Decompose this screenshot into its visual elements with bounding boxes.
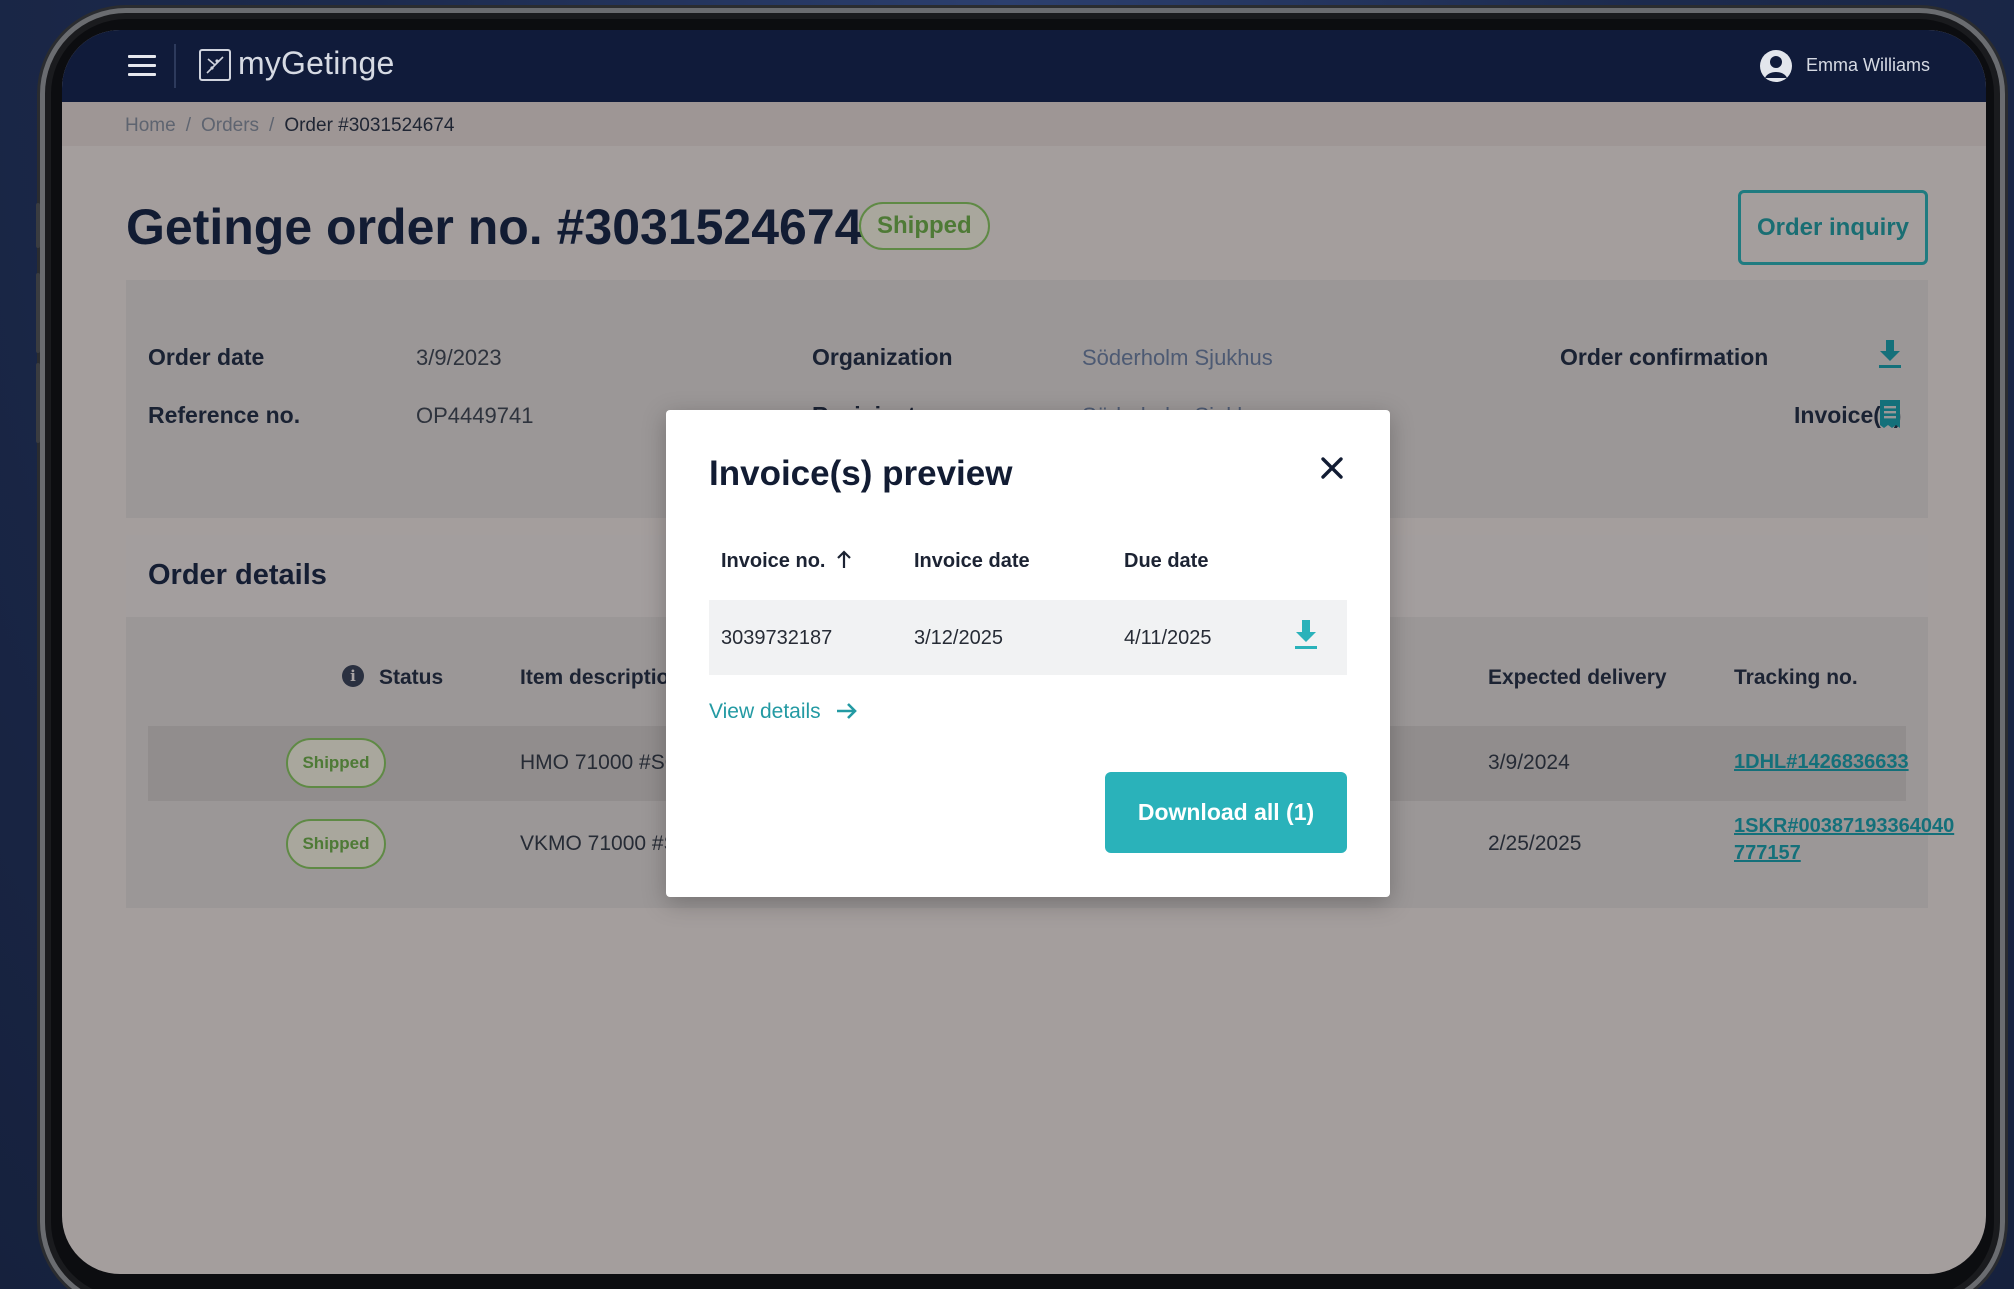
close-icon[interactable] bbox=[1314, 450, 1350, 486]
expected-delivery: 3/9/2024 bbox=[1488, 751, 1570, 774]
breadcrumb-current: Order #3031524674 bbox=[284, 115, 455, 136]
download-confirmation-icon[interactable] bbox=[1876, 338, 1904, 375]
order-date-value: 3/9/2023 bbox=[416, 345, 502, 370]
app-screen: myGetinge Emma Williams Home / Orders / Orde… bbox=[62, 30, 1986, 1274]
reference-label: Reference no. bbox=[148, 402, 301, 428]
app-name[interactable]: myGetinge bbox=[238, 45, 395, 82]
page-title: Getinge order no. #3031524674 bbox=[126, 199, 863, 255]
col-status: Status bbox=[379, 666, 444, 689]
download-all-button[interactable]: Download all (1) bbox=[1105, 772, 1347, 853]
breadcrumb-separator: / bbox=[185, 115, 191, 136]
download-invoice-icon[interactable] bbox=[1292, 618, 1320, 657]
user-name[interactable]: Emma Williams bbox=[1806, 55, 1930, 76]
col-invoice-date: Invoice date bbox=[914, 550, 1030, 572]
col-item-description: Item description bbox=[520, 666, 683, 689]
status-badge: Shipped bbox=[286, 819, 386, 869]
modal-title: Invoice(s) preview bbox=[709, 454, 1013, 493]
user-avatar-icon[interactable] bbox=[1760, 50, 1792, 82]
details-title: Order details bbox=[148, 559, 327, 591]
breadcrumb-home[interactable]: Home bbox=[125, 115, 176, 136]
view-details-link[interactable]: View details bbox=[709, 700, 821, 724]
breadcrumb-orders[interactable]: Orders bbox=[201, 115, 259, 136]
reference-value: OP4449741 bbox=[416, 403, 534, 428]
col-expected-delivery: Expected delivery bbox=[1488, 666, 1667, 689]
status-badge: Shipped bbox=[286, 738, 386, 788]
expected-delivery: 2/25/2025 bbox=[1488, 832, 1582, 855]
breadcrumb: Home / Orders / Order #3031524674 bbox=[125, 115, 454, 137]
status-badge: Shipped bbox=[859, 202, 990, 250]
col-tracking-no: Tracking no. bbox=[1734, 666, 1858, 689]
due-date: 4/11/2025 bbox=[1124, 627, 1212, 649]
invoice-date: 3/12/2025 bbox=[914, 627, 1003, 649]
side-button bbox=[36, 273, 40, 353]
tracking-line: 1SKR#00387193364040 bbox=[1734, 815, 1955, 837]
tracking-link[interactable]: 1SKR#00387193364040 777157 bbox=[1734, 815, 1954, 865]
menu-icon[interactable] bbox=[128, 55, 156, 77]
tracking-link[interactable]: 1DHL#1426836633 bbox=[1734, 751, 1909, 774]
organization-label: Organization bbox=[812, 344, 953, 370]
tracking-line: 777157 bbox=[1734, 842, 1801, 864]
side-button bbox=[36, 363, 40, 443]
order-inquiry-button[interactable]: Order inquiry bbox=[1738, 190, 1928, 265]
col-due-date: Due date bbox=[1124, 550, 1209, 572]
info-icon[interactable]: i bbox=[342, 665, 364, 687]
sort-ascending-icon[interactable] bbox=[834, 548, 854, 575]
invoice-row: 3039732187 3/12/2025 4/11/2025 bbox=[709, 600, 1347, 675]
side-button bbox=[36, 203, 40, 248]
organization-value: Söderholm Sjukhus bbox=[1082, 345, 1273, 370]
order-date-label: Order date bbox=[148, 344, 265, 370]
invoices-preview-modal: Invoice(s) preview Invoice no. Invoice d… bbox=[666, 410, 1390, 897]
invoice-no: 3039732187 bbox=[721, 627, 833, 649]
nav-divider bbox=[174, 44, 176, 88]
getinge-logo-icon bbox=[199, 49, 231, 81]
top-navbar: myGetinge Emma Williams bbox=[62, 30, 1986, 102]
col-invoice-no[interactable]: Invoice no. bbox=[721, 550, 825, 573]
invoice-receipt-icon[interactable] bbox=[1878, 398, 1902, 435]
breadcrumb-separator: / bbox=[269, 115, 275, 136]
order-confirmation-label: Order confirmation bbox=[1560, 344, 1769, 370]
arrow-right-icon[interactable] bbox=[834, 698, 860, 729]
